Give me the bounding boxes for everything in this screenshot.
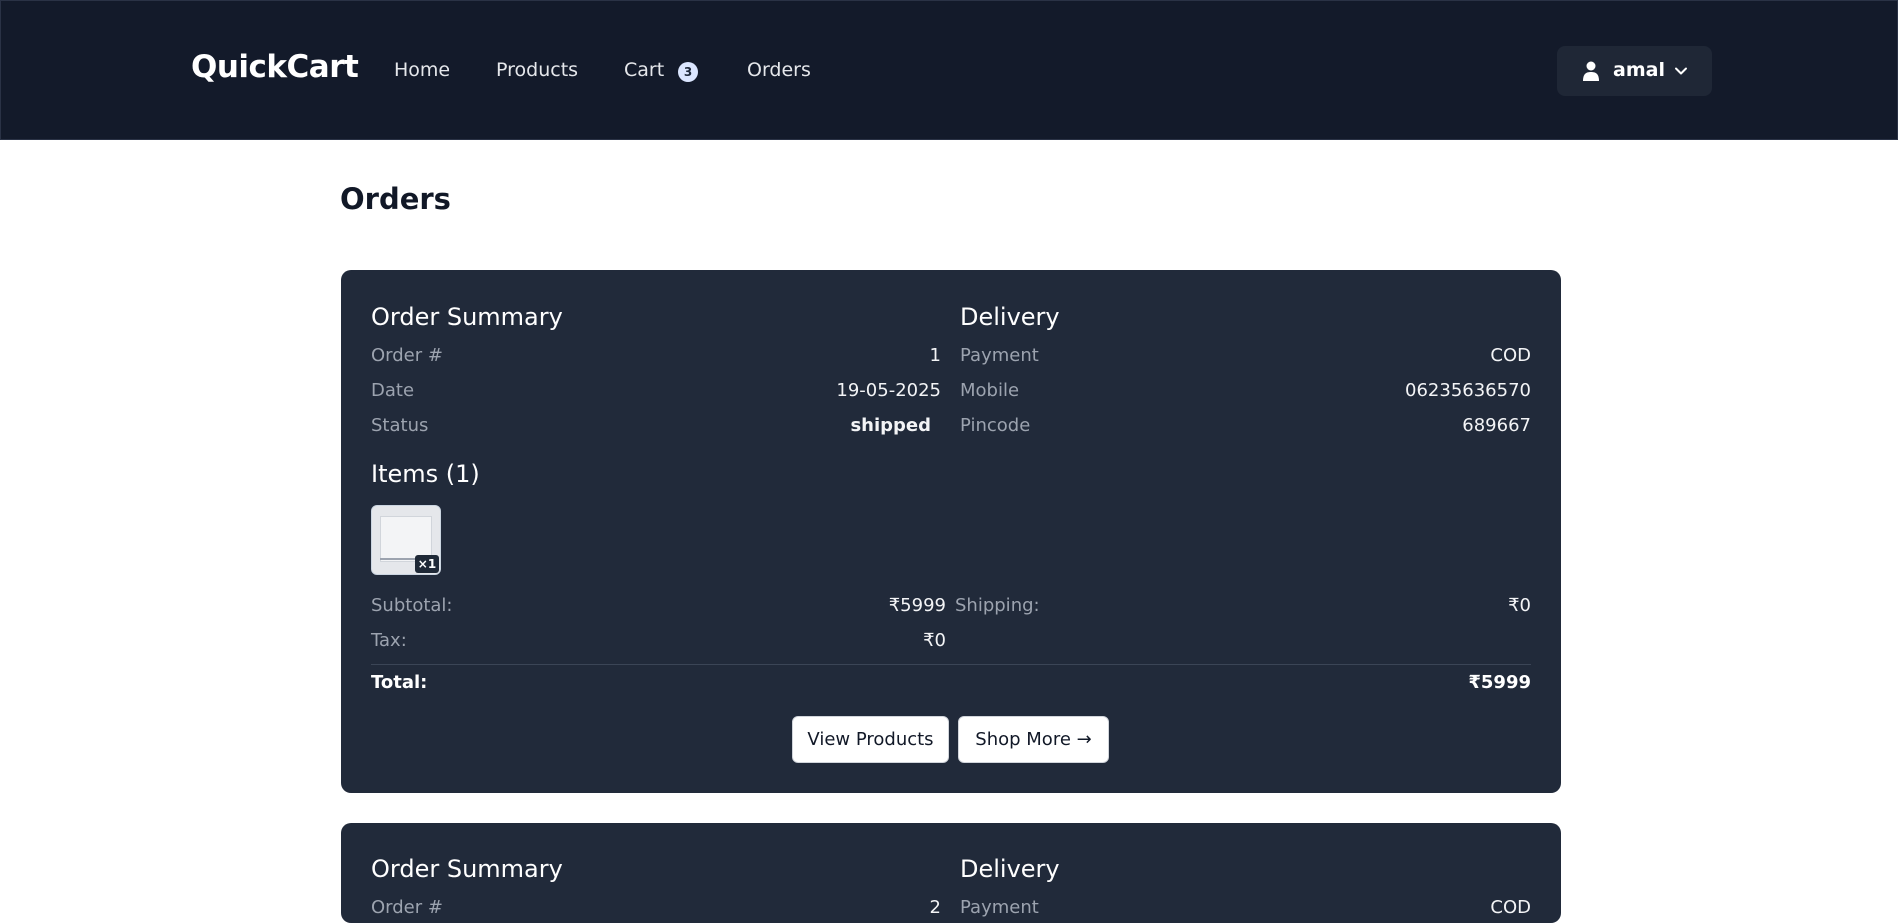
total-value: ₹5999 [1468,672,1531,693]
brand-logo[interactable]: QuickCart [191,49,359,85]
nav-link-orders[interactable]: Orders [747,59,811,81]
delivery-title: Delivery [960,303,1060,331]
nav-link-products[interactable]: Products [496,59,578,81]
payment-label: Payment [960,345,1039,366]
user-menu-button[interactable]: amal [1557,46,1712,96]
mobile-label: Mobile [960,380,1020,401]
date-value: 19-05-2025 [836,380,941,401]
shipping-label: Shipping: [955,595,1040,616]
mobile-value: 06235636570 [1405,380,1531,401]
product-thumbnail[interactable]: ×1 [371,505,441,575]
order-number-value: 1 [929,345,941,366]
nav-link-home[interactable]: Home [394,59,450,81]
total-divider [371,664,1531,665]
shop-more-button[interactable]: Shop More → [958,716,1109,763]
subtotal-label: Subtotal: [371,595,453,616]
items-title: Items (1) [371,460,480,488]
nav-link-cart[interactable]: Cart [624,59,664,81]
user-name: amal [1613,59,1665,81]
chevron-down-icon [1675,67,1687,75]
item-quantity-badge: ×1 [415,555,439,573]
date-label: Date [371,380,415,401]
order-card: Order Summary Delivery Order # 2 Payment… [341,823,1561,923]
user-icon [1583,61,1599,81]
pincode-label: Pincode [960,415,1031,436]
view-products-button[interactable]: View Products [792,716,949,763]
order-card: Order Summary Delivery Order # 1 Payment… [341,270,1561,793]
total-label: Total: [371,672,428,693]
status-label: Status [371,415,429,436]
status-value: shipped [850,415,931,436]
order-number-label: Order # [371,345,443,366]
order-summary-title: Order Summary [371,855,563,883]
order-summary-title: Order Summary [371,303,563,331]
tax-label: Tax: [371,630,407,651]
delivery-title: Delivery [960,855,1060,883]
top-navbar: QuickCart Home Products Cart 3 Orders am… [0,0,1898,140]
subtotal-value: ₹5999 [888,595,946,616]
tax-value: ₹0 [923,630,946,651]
pincode-value: 689667 [1462,415,1531,436]
product-image-detail [380,558,420,560]
cart-count-badge: 3 [678,62,698,82]
shipping-value: ₹0 [1508,595,1531,616]
page-title: Orders [340,182,451,216]
payment-value: COD [1490,345,1531,366]
